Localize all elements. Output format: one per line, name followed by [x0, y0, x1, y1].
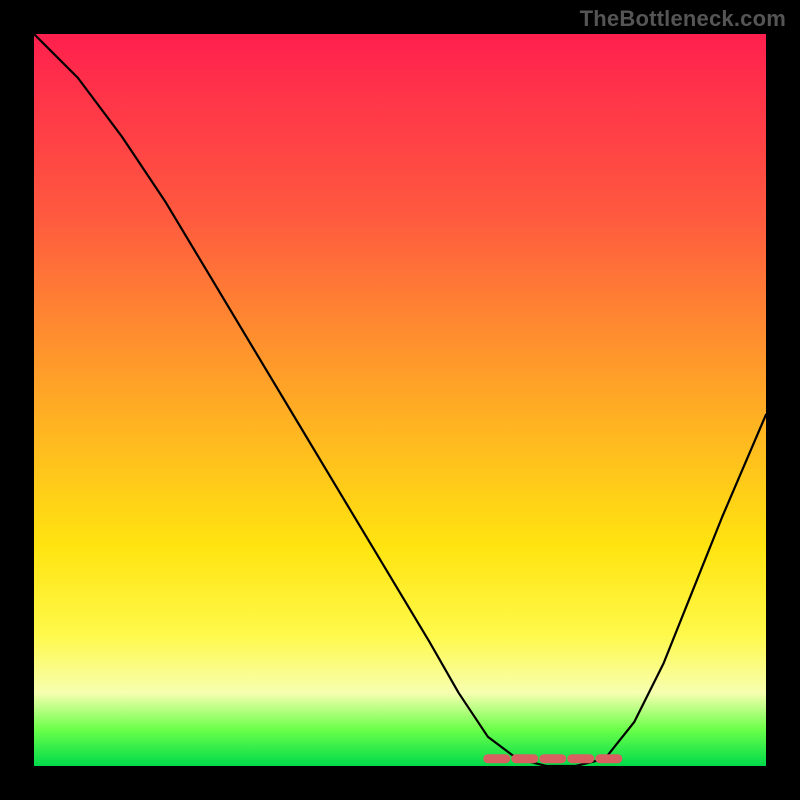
bottleneck-curve-svg	[34, 34, 766, 766]
chart-frame: TheBottleneck.com	[0, 0, 800, 800]
bottleneck-curve-path	[34, 34, 766, 766]
plot-area	[34, 34, 766, 766]
watermark-text: TheBottleneck.com	[580, 6, 786, 32]
